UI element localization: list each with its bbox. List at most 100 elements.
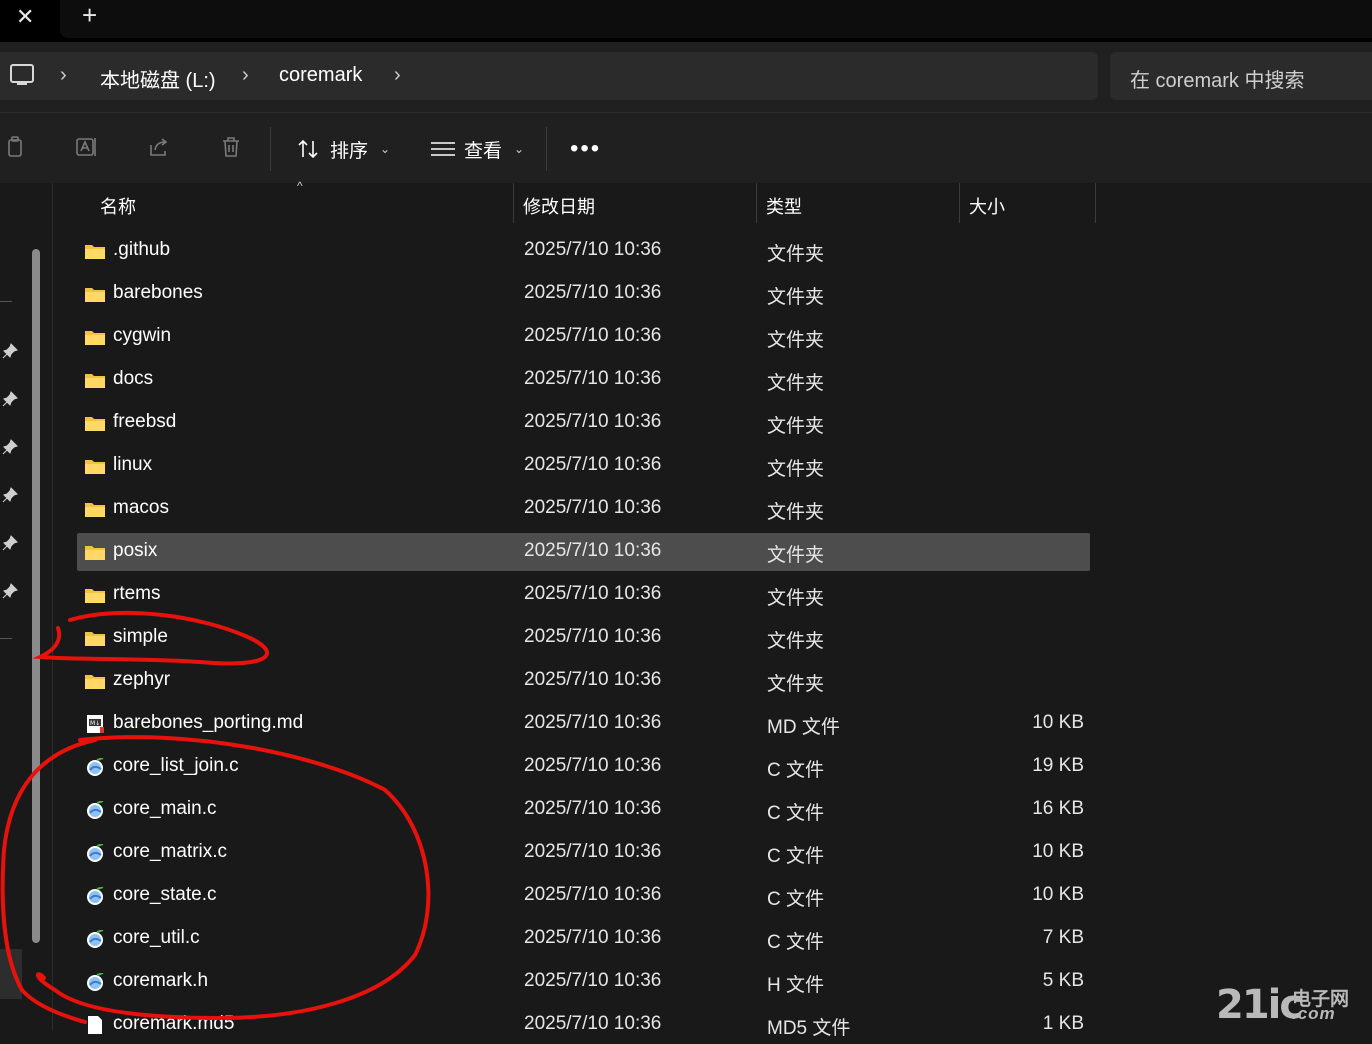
file-name: posix <box>113 540 158 561</box>
sort-button[interactable]: 排序 ⌄ <box>296 127 390 171</box>
file-size: 10 KB <box>1032 841 1084 862</box>
file-row[interactable]: freebsd 2025/7/10 10:36 文件夹 <box>77 404 1090 442</box>
breadcrumb-folder[interactable]: coremark <box>279 64 362 87</box>
sort-label: 排序 <box>330 140 369 162</box>
column-header-date[interactable]: 修改日期 <box>523 193 595 219</box>
file-row[interactable]: core_main.c 2025/7/10 10:36 C 文件 16 KB <box>77 791 1090 829</box>
file-row[interactable]: simple 2025/7/10 10:36 文件夹 <box>77 619 1090 657</box>
breadcrumb-drive[interactable]: 本地磁盘 (L:) <box>100 64 216 93</box>
file-row[interactable]: rtems 2025/7/10 10:36 文件夹 <box>77 576 1090 614</box>
file-name: zephyr <box>113 669 171 690</box>
nav-divider <box>0 301 12 302</box>
file-name: core_main.c <box>113 798 217 819</box>
file-type: 文件夹 <box>767 244 825 265</box>
file-type: C 文件 <box>767 803 825 824</box>
computer-icon[interactable] <box>10 64 34 85</box>
view-button[interactable]: 查看 ⌄ <box>430 127 524 171</box>
file-row[interactable]: core_matrix.c 2025/7/10 10:36 C 文件 10 KB <box>77 834 1090 872</box>
pin-icon[interactable] <box>2 535 18 551</box>
file-size: 1 KB <box>1042 1013 1084 1034</box>
c-source-file-icon <box>87 887 104 905</box>
file-name: freebsd <box>113 411 177 432</box>
delete-icon[interactable] <box>219 135 243 159</box>
view-list-icon <box>431 142 455 156</box>
command-bar: 排序 ⌄ 查看 ⌄ ••• <box>0 112 1372 184</box>
column-divider[interactable] <box>959 183 960 223</box>
pin-icon[interactable] <box>2 343 18 359</box>
file-row[interactable]: core_state.c 2025/7/10 10:36 C 文件 10 KB <box>77 877 1090 915</box>
file-date: 2025/7/10 10:36 <box>524 497 662 518</box>
file-row[interactable]: M↓ barebones_porting.md 2025/7/10 10:36 MD … <box>77 705 1090 743</box>
copy-icon[interactable] <box>4 135 28 159</box>
file-row[interactable]: core_util.c 2025/7/10 10:36 C 文件 7 KB <box>77 920 1090 958</box>
file-row[interactable]: zephyr 2025/7/10 10:36 文件夹 <box>77 662 1090 700</box>
folder-icon <box>85 546 105 560</box>
file-row[interactable]: macos 2025/7/10 10:36 文件夹 <box>77 490 1090 528</box>
new-tab-icon[interactable]: + <box>82 0 97 31</box>
file-type: C 文件 <box>767 760 825 781</box>
file-row[interactable]: docs 2025/7/10 10:36 文件夹 <box>77 361 1090 399</box>
file-date: 2025/7/10 10:36 <box>524 755 662 776</box>
column-header-type[interactable]: 类型 <box>766 193 802 219</box>
pin-icon[interactable] <box>2 583 18 599</box>
view-label: 查看 <box>464 140 503 162</box>
file-date: 2025/7/10 10:36 <box>524 411 662 432</box>
more-options-button[interactable]: ••• <box>570 135 601 163</box>
folder-icon <box>85 632 105 646</box>
file-type: C 文件 <box>767 932 825 953</box>
close-tab-icon[interactable]: ✕ <box>16 4 34 30</box>
search-input[interactable]: 在 coremark 中搜索 <box>1110 52 1372 100</box>
file-name: rtems <box>113 583 161 604</box>
toolbar-divider <box>546 127 547 171</box>
file-row[interactable]: coremark.md5 2025/7/10 10:36 MD5 文件 1 KB <box>77 1006 1090 1044</box>
file-date: 2025/7/10 10:36 <box>524 884 662 905</box>
file-type: 文件夹 <box>767 373 825 394</box>
file-date: 2025/7/10 10:36 <box>524 712 662 733</box>
file-row[interactable]: posix 2025/7/10 10:36 文件夹 <box>77 533 1090 571</box>
c-source-file-icon <box>87 801 104 819</box>
file-row[interactable]: .github 2025/7/10 10:36 文件夹 <box>77 232 1090 270</box>
rename-icon[interactable] <box>75 135 99 159</box>
file-name: core_util.c <box>113 927 200 948</box>
file-type: 文件夹 <box>767 674 825 695</box>
file-type: 文件夹 <box>767 287 825 308</box>
file-type: 文件夹 <box>767 545 825 566</box>
folder-icon <box>85 331 105 345</box>
nav-scrollbar[interactable] <box>32 249 40 943</box>
file-date: 2025/7/10 10:36 <box>524 970 662 991</box>
file-row[interactable]: barebones 2025/7/10 10:36 文件夹 <box>77 275 1090 313</box>
file-date: 2025/7/10 10:36 <box>524 454 662 475</box>
file-name: core_state.c <box>113 884 217 905</box>
column-header-name[interactable]: 名称 <box>100 193 136 219</box>
file-name: barebones <box>113 282 203 303</box>
file-row[interactable]: coremark.h 2025/7/10 10:36 H 文件 5 KB <box>77 963 1090 1001</box>
chevron-right-icon[interactable]: › <box>242 64 249 87</box>
file-size: 19 KB <box>1032 755 1084 776</box>
share-icon[interactable] <box>147 135 171 159</box>
file-row[interactable]: linux 2025/7/10 10:36 文件夹 <box>77 447 1090 485</box>
file-type: 文件夹 <box>767 330 825 351</box>
chevron-right-icon[interactable]: › <box>60 64 67 87</box>
breadcrumb[interactable]: › 本地磁盘 (L:) › coremark › <box>0 52 1098 100</box>
file-size: 7 KB <box>1042 927 1084 948</box>
file-type: 文件夹 <box>767 459 825 480</box>
file-row[interactable]: core_list_join.c 2025/7/10 10:36 C 文件 19 KB <box>77 748 1090 786</box>
pin-icon[interactable] <box>2 391 18 407</box>
chevron-right-icon[interactable]: › <box>394 64 401 87</box>
watermark-logo: 21ic 电子网 .com <box>1216 980 1366 1028</box>
file-name: core_matrix.c <box>113 841 228 862</box>
nav-item-selected[interactable] <box>0 949 22 999</box>
file-date: 2025/7/10 10:36 <box>524 239 662 260</box>
folder-icon <box>85 374 105 388</box>
file-row[interactable]: cygwin 2025/7/10 10:36 文件夹 <box>77 318 1090 356</box>
title-bar: ✕ + <box>0 0 1372 42</box>
pin-icon[interactable] <box>2 487 18 503</box>
column-divider[interactable] <box>1095 183 1096 223</box>
file-type: MD 文件 <box>767 717 840 738</box>
column-divider[interactable] <box>756 183 757 223</box>
column-header-size[interactable]: 大小 <box>969 193 1005 219</box>
column-divider[interactable] <box>513 183 514 223</box>
file-date: 2025/7/10 10:36 <box>524 282 662 303</box>
file-name: macos <box>113 497 169 518</box>
pin-icon[interactable] <box>2 439 18 455</box>
